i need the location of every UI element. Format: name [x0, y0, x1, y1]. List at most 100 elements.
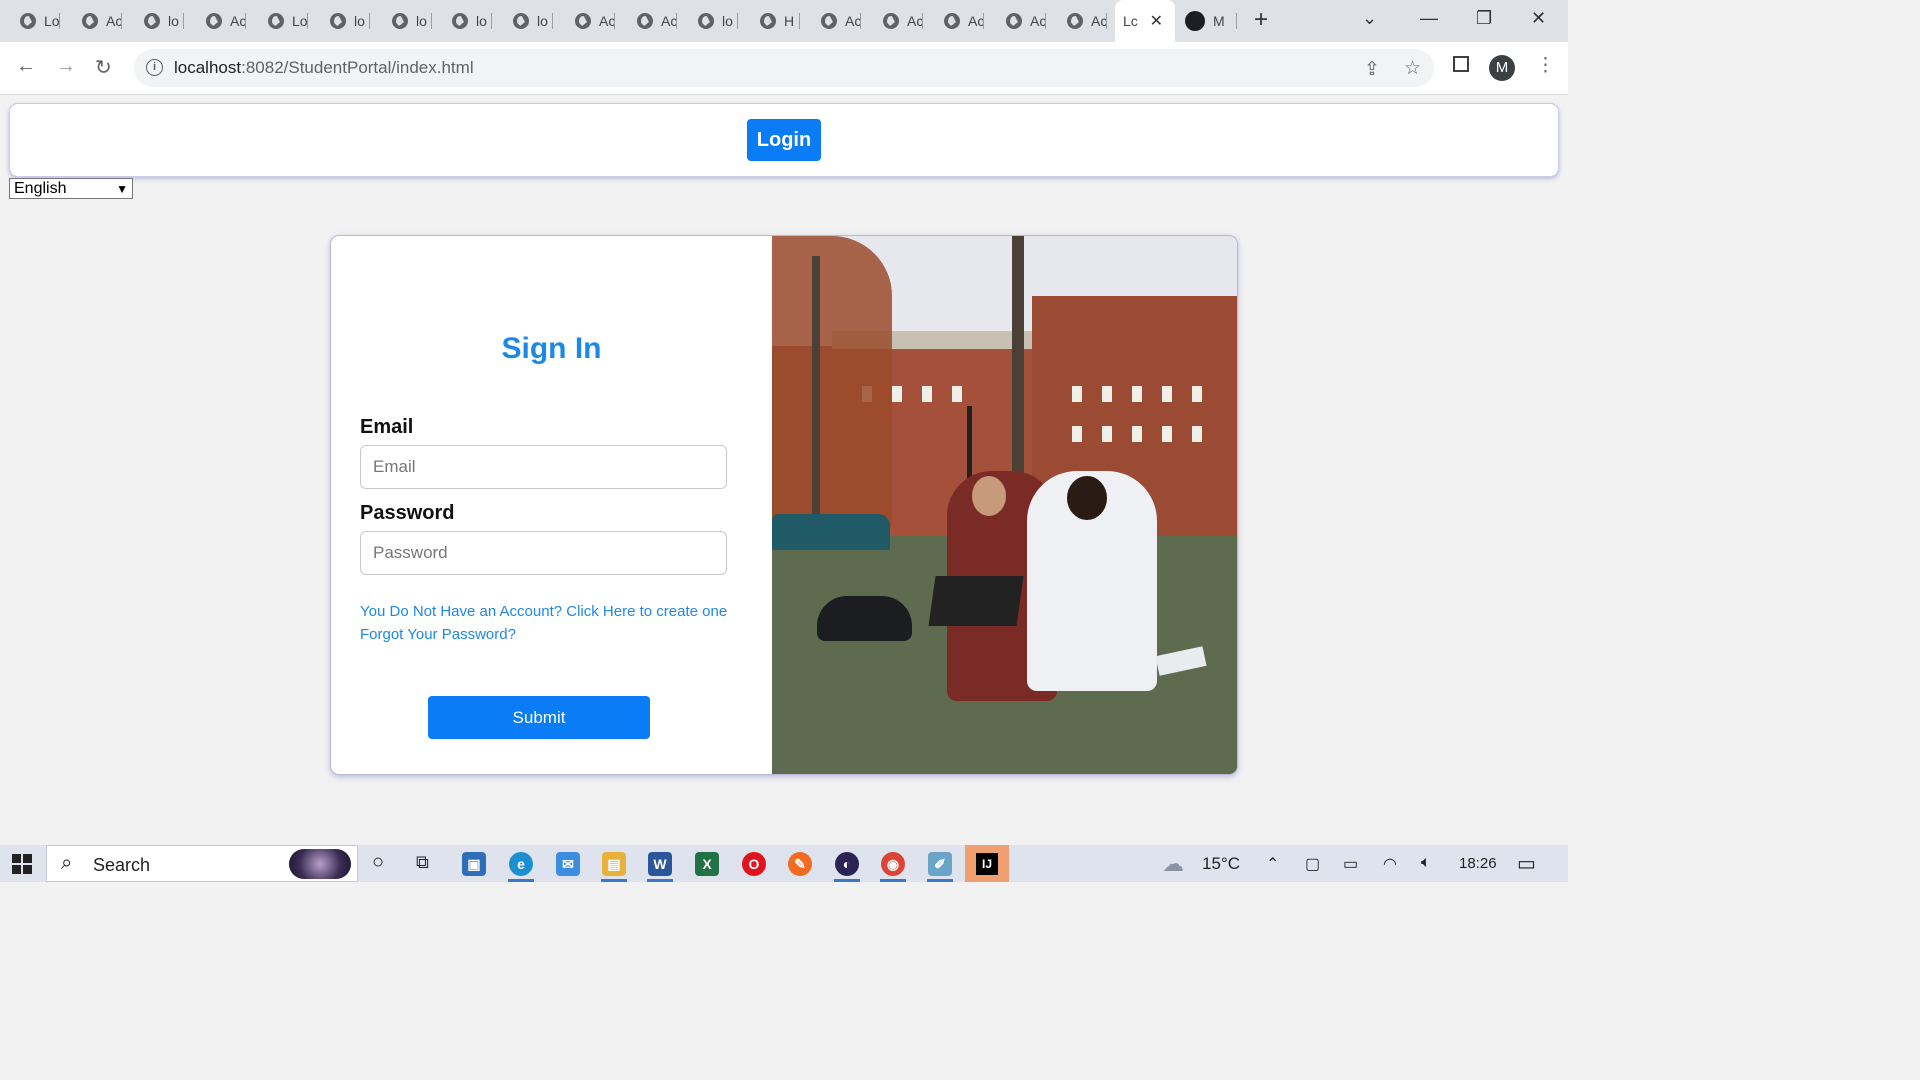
tab-title: M — [1213, 13, 1225, 29]
eclipse-icon[interactable]: ◐ — [835, 852, 859, 876]
url-host: localhost — [174, 58, 242, 77]
postman-icon[interactable]: ✎ — [788, 852, 812, 876]
tab-separator — [1045, 13, 1046, 29]
browser-tab[interactable]: lo — [310, 7, 370, 35]
window-close-icon[interactable]: ✕ — [1531, 8, 1546, 29]
running-indicator — [834, 879, 860, 882]
wifi-icon[interactable]: ◠ — [1383, 854, 1397, 874]
browser-tab[interactable]: H — [740, 7, 800, 35]
share-icon[interactable]: ⇪ — [1364, 58, 1380, 81]
tab-separator — [491, 13, 492, 29]
tab-github[interactable]: M — [1177, 7, 1237, 35]
volume-icon[interactable]: 🔈︎ — [1421, 854, 1431, 872]
photo-window — [1132, 426, 1142, 442]
globe-icon — [821, 13, 837, 29]
notifications-icon[interactable]: ▭ — [1517, 851, 1536, 876]
chevron-up-icon[interactable]: ⌃ — [1266, 854, 1279, 874]
photo-window — [892, 386, 902, 402]
tab-title: lo — [416, 13, 427, 29]
cortana-icon[interactable]: ○ — [372, 851, 384, 874]
close-icon[interactable]: ✕ — [1150, 11, 1163, 31]
browser-tab[interactable]: Lo — [0, 7, 60, 35]
running-indicator — [880, 879, 906, 882]
browser-tab[interactable]: Ac — [801, 7, 861, 35]
arrow-left-icon[interactable]: ← — [16, 55, 36, 78]
excel-icon[interactable]: X — [695, 852, 719, 876]
forgot-password-link[interactable]: Forgot Your Password? — [360, 626, 516, 643]
star-icon[interactable]: ☆ — [1404, 57, 1421, 80]
tab-title: Ac — [106, 13, 123, 29]
task-view-icon[interactable]: ⧉ — [416, 852, 429, 873]
weather-temperature[interactable]: 15°C — [1202, 854, 1240, 874]
clock-time[interactable]: 18:26 — [1459, 855, 1497, 872]
photo-window — [1132, 386, 1142, 402]
browser-tab[interactable]: Ac — [924, 7, 984, 35]
notepad-icon[interactable]: ✐ — [928, 852, 952, 876]
profile-avatar[interactable]: M — [1489, 55, 1515, 81]
minimize-icon[interactable]: — — [1420, 8, 1438, 29]
browser-tab[interactable]: Ac — [1047, 7, 1107, 35]
running-indicator — [601, 879, 627, 882]
register-link[interactable]: You Do Not Have an Account? Click Here t… — [360, 603, 727, 620]
browser-tab[interactable]: lo — [124, 7, 184, 35]
language-select[interactable]: English ▼ — [9, 178, 133, 199]
taskbar-search[interactable]: ⌕ Search — [46, 845, 358, 882]
globe-icon — [82, 13, 98, 29]
tab-search-icon[interactable]: ⌄ — [1362, 8, 1377, 29]
restore-icon[interactable]: ❐ — [1476, 8, 1492, 29]
globe-icon — [206, 13, 222, 29]
tab-separator — [676, 13, 677, 29]
photo-window — [1192, 386, 1202, 402]
browser-tab[interactable]: lo — [432, 7, 492, 35]
search-highlight-image — [289, 849, 351, 879]
running-indicator — [647, 879, 673, 882]
file-explorer-icon[interactable]: ▤ — [602, 852, 626, 876]
browser-tab[interactable]: lo — [678, 7, 738, 35]
windows-start-icon[interactable] — [12, 854, 32, 874]
battery-icon[interactable]: ▭ — [1343, 854, 1358, 874]
email-field[interactable] — [360, 445, 727, 489]
browser-tab-strip: Lo Ac lo Ac Lo lo lo lo lo Ac Ac lo H Ac Ac Ac Ac Ac Lc ✕… — [0, 0, 1568, 42]
edge-icon[interactable]: e — [509, 852, 533, 876]
store-icon[interactable]: ▣ — [462, 852, 486, 876]
tab-active[interactable]: Lc ✕ — [1115, 0, 1175, 42]
browser-tab[interactable]: Ac — [62, 7, 122, 35]
photo-tree-trunk — [812, 256, 820, 546]
tab-separator — [737, 13, 738, 29]
submit-button[interactable]: Submit — [428, 696, 650, 739]
site-info-icon[interactable]: i — [146, 59, 163, 76]
reload-icon[interactable]: ↻ — [95, 55, 112, 80]
login-button[interactable]: Login — [747, 119, 821, 161]
new-tab-button[interactable]: + — [1254, 6, 1268, 34]
tab-separator — [183, 13, 184, 29]
intellij-icon[interactable]: IJ — [965, 845, 1009, 882]
browser-tab[interactable]: Ac — [617, 7, 677, 35]
mail-icon[interactable]: ✉ — [556, 852, 580, 876]
word-icon[interactable]: W — [648, 852, 672, 876]
browser-tab[interactable]: Ac — [863, 7, 923, 35]
meet-now-icon[interactable]: ▢ — [1305, 854, 1320, 874]
browser-tab[interactable]: Lo — [248, 7, 308, 35]
weather-cloud-icon[interactable]: ☁ — [1162, 851, 1184, 877]
address-bar[interactable]: i localhost:8082/StudentPortal/index.htm… — [134, 49, 1434, 87]
arrow-right-icon[interactable]: → — [56, 55, 76, 78]
globe-icon — [575, 13, 591, 29]
tab-separator — [1106, 13, 1107, 29]
browser-tab[interactable]: lo — [372, 7, 432, 35]
browser-tab[interactable]: Ac — [986, 7, 1046, 35]
browser-tab[interactable]: Ac — [555, 7, 615, 35]
photo-window — [1162, 426, 1172, 442]
browser-toolbar: ← → ↻ i localhost:8082/StudentPortal/ind… — [0, 42, 1568, 95]
chrome-icon[interactable]: ◉ — [881, 852, 905, 876]
photo-window — [1162, 386, 1172, 402]
browser-tab[interactable]: Ac — [186, 7, 246, 35]
tab-title: Ac — [845, 13, 862, 29]
password-field[interactable] — [360, 531, 727, 575]
globe-icon — [883, 13, 899, 29]
running-indicator — [508, 879, 534, 882]
side-panel-icon[interactable] — [1453, 56, 1469, 72]
opera-icon[interactable]: O — [742, 852, 766, 876]
kebab-menu-icon[interactable]: ⋮ — [1536, 54, 1555, 77]
tab-title: Lo — [292, 13, 308, 29]
browser-tab[interactable]: lo — [493, 7, 553, 35]
